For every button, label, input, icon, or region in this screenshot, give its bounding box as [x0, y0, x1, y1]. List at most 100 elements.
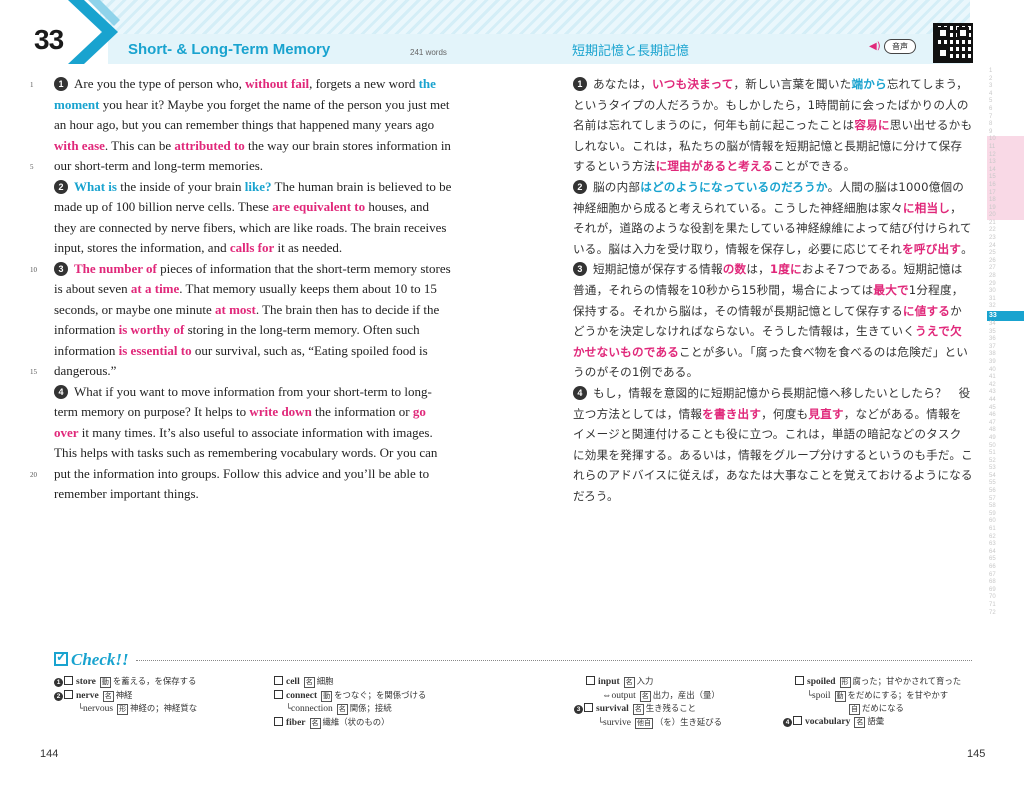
index-tab: 5 [989, 98, 993, 105]
index-tab: 37 [989, 343, 996, 350]
divider [136, 660, 972, 661]
index-tab: 44 [989, 396, 996, 403]
text: ，何度も [761, 406, 809, 421]
key-phrase: に相当し [902, 200, 951, 215]
paragraph-number: 1 [54, 678, 63, 687]
english-title: Short- & Long-Term Memory [128, 41, 331, 58]
index-tab: 45 [989, 404, 996, 411]
index-tab: 21 [989, 219, 996, 226]
key-phrase: 最大で [873, 282, 909, 297]
part-of-speech: 名 [303, 677, 315, 688]
vocab-word: cell [286, 677, 300, 687]
paragraph-number: 3 [574, 705, 583, 714]
index-tab: 13 [987, 159, 1024, 167]
line-number: 15 [30, 368, 37, 376]
index-tab: 18 [987, 197, 1024, 205]
index-tab: 6 [989, 105, 993, 112]
vocab-column-2: cell 名細胞 connect 動をつなぐ；を関係づける └connection 名… [274, 675, 426, 729]
qr-code-icon[interactable] [933, 23, 973, 63]
index-tab: 64 [989, 548, 996, 555]
index-tab: 55 [989, 480, 996, 487]
checkbox[interactable] [64, 676, 73, 685]
vocab-item: cell 名細胞 [274, 675, 426, 689]
index-tab: 38 [989, 351, 996, 358]
text: the information or [311, 404, 413, 419]
paragraph-number: 1 [54, 77, 68, 91]
part-of-speech: 動 [321, 690, 333, 702]
index-tab: 12 [987, 151, 1024, 160]
check-heading: Check!! [54, 649, 129, 670]
line-number: 20 [30, 471, 37, 479]
english-paragraph-1: 1 Are you the type of person who, without… [54, 74, 452, 177]
key-phrase: を書き出す [702, 406, 762, 421]
key-phrase: at a time [130, 281, 180, 296]
key-phrase: with ease [54, 137, 105, 153]
text: the inside of your brain [116, 178, 245, 194]
index-tab: 52 [989, 457, 996, 464]
vocab-meaning: を蓄える，を保存する [112, 676, 197, 686]
index-tab: 46 [989, 412, 996, 419]
paragraph-number: 4 [783, 718, 792, 727]
word-count: 241 words [410, 48, 447, 57]
index-tab: 58 [989, 503, 996, 510]
checkbox[interactable] [274, 676, 283, 685]
vocab-item: spoiled 形腐った；甘やかされて育った [783, 675, 973, 689]
text: ことができる。 [773, 159, 856, 174]
vocab-item: 2 nerve 名神経 [54, 689, 197, 703]
vocab-word: store [76, 677, 96, 687]
index-tab: 30 [989, 288, 996, 295]
checkbox[interactable] [274, 689, 283, 699]
index-tab: 72 [989, 609, 996, 616]
vocab-meaning: 出力，産出（量） [652, 689, 720, 700]
part-of-speech: 自 [849, 704, 860, 715]
checkbox[interactable] [793, 716, 802, 725]
index-tab: 11 [987, 143, 1024, 152]
vocab-meaning: だめになる [862, 703, 904, 713]
index-tab: 35 [989, 328, 996, 335]
vocab-meaning: 生き残ること [645, 703, 696, 713]
vocab-derivative: spoil [812, 690, 831, 701]
vocab-derivative: connection [291, 704, 333, 714]
vocab-meaning: 腐った；甘やかされて育った [852, 676, 962, 686]
check-title: Check!! [71, 650, 129, 669]
line-number: 1 [30, 81, 34, 89]
header-stripe [100, 0, 970, 34]
vocab-meaning: 入力 [636, 676, 654, 686]
index-tab: 60 [989, 518, 996, 525]
audio-button[interactable]: 音声 [884, 39, 916, 54]
index-tab: 63 [989, 541, 996, 548]
key-phrase: の数 [722, 262, 747, 277]
checkbox[interactable] [584, 703, 593, 712]
vocab-item: fiber 名繊維（状のもの） [274, 716, 426, 730]
index-tab: 47 [989, 419, 996, 426]
index-tab: 54 [989, 472, 996, 479]
index-tab: 20 [987, 212, 1024, 220]
text: は， [746, 262, 770, 277]
key-phrase: without fail [245, 76, 310, 91]
index-tab: 28 [989, 273, 996, 280]
text: it as needed. [274, 240, 343, 255]
vocab-item: └nervous 形神経の；神経質な [54, 702, 197, 716]
key-phrase: attributed to [174, 137, 245, 153]
index-tab: 29 [989, 280, 996, 287]
text: . This can be [104, 137, 175, 153]
index-tab: 33 [987, 311, 1024, 321]
vocab-column-4: spoiled 形腐った；甘やかされて育った └spoil 動をだめにする；を甘やか… [783, 675, 973, 729]
checkbox[interactable] [274, 716, 283, 726]
part-of-speech: 名 [336, 704, 348, 715]
japanese-paragraph-1: 1 あなたは，いつも決まって，新しい言葉を聞いた端から忘れてしまう，というタイプの… [573, 74, 973, 177]
index-tab: 19 [987, 204, 1024, 213]
checkbox[interactable] [795, 676, 804, 685]
part-of-speech: 名 [639, 690, 651, 702]
key-phrase: like? [244, 178, 272, 194]
vocab-meaning: 語彙 [867, 716, 885, 726]
key-phrase: are equivalent to [272, 199, 366, 214]
key-phrase: 端から [851, 77, 887, 91]
checkbox[interactable] [64, 689, 73, 699]
index-tab: 16 [987, 181, 1024, 190]
vocab-word: nerve [76, 690, 99, 701]
speaker-icon[interactable]: ◀) [869, 41, 881, 52]
english-paragraph-2: 2 What is the inside of your brain like? … [54, 177, 452, 259]
key-phrase: write down [249, 404, 312, 419]
checkbox[interactable] [586, 676, 595, 685]
